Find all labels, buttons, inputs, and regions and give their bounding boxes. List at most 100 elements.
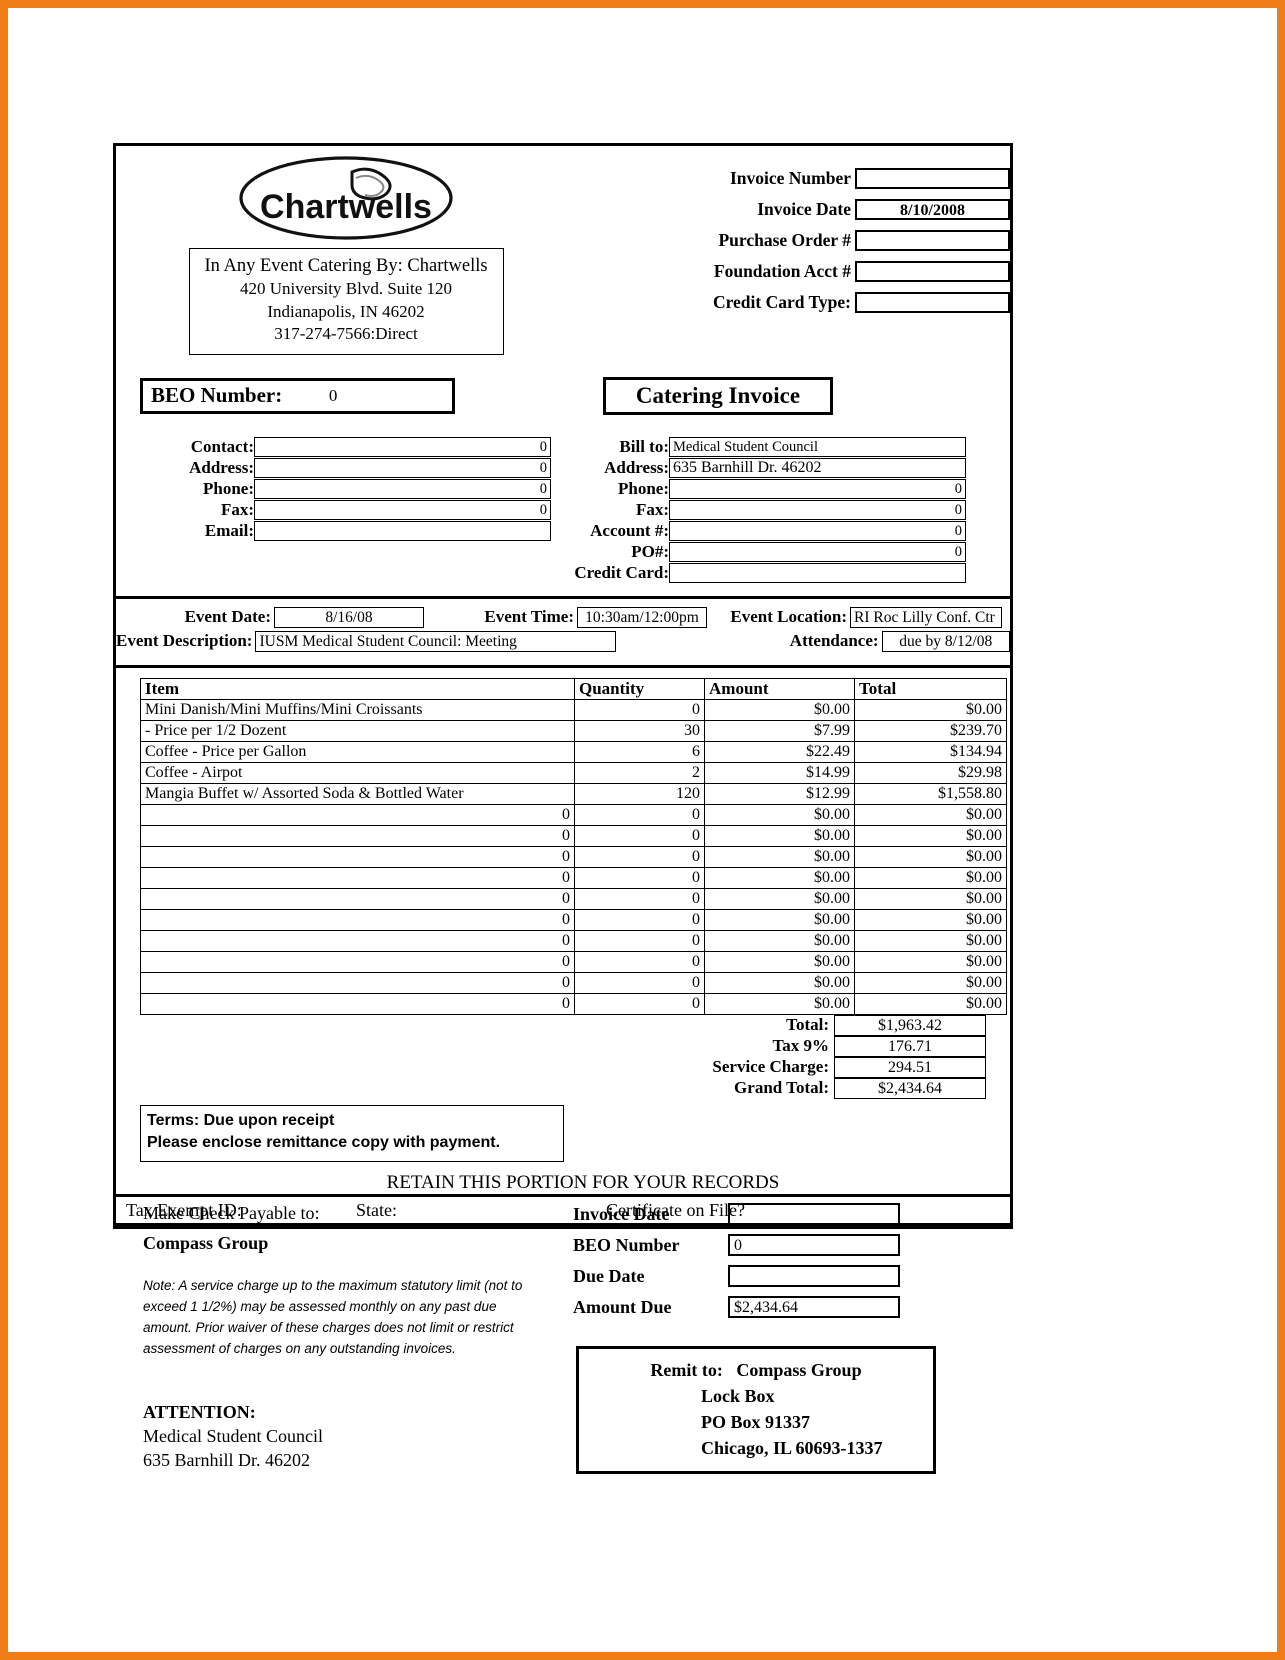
item-cell-amount[interactable]: $14.99 (704, 761, 855, 784)
item-cell-quantity[interactable]: 0 (574, 803, 705, 826)
item-cell-quantity[interactable]: 0 (574, 971, 705, 994)
item-cell-amount[interactable]: $0.00 (704, 824, 855, 847)
attendance-input[interactable]: due by 8/12/08 (881, 630, 1011, 652)
table-row[interactable]: 0 0 $0.00 $0.00 (140, 908, 1007, 931)
event-location-label: Event Location: (730, 607, 847, 627)
billto-account-input[interactable]: 0 (669, 520, 966, 541)
item-cell-description[interactable]: 0 (140, 845, 575, 868)
item-cell-amount[interactable]: $22.49 (704, 740, 855, 763)
item-cell-quantity[interactable]: 0 (574, 950, 705, 973)
billto-credit-card-input[interactable] (669, 562, 966, 583)
item-cell-total: $0.00 (854, 971, 1007, 994)
item-cell-quantity[interactable]: 0 (574, 698, 705, 721)
event-location-input[interactable]: RI Roc Lilly Conf. Ctr (850, 606, 1002, 628)
item-cell-description[interactable]: 0 (140, 929, 575, 952)
table-row[interactable]: Mangia Buffet w/ Assorted Soda & Bottled… (140, 782, 1007, 805)
item-cell-description[interactable]: Mini Danish/Mini Muffins/Mini Croissants (140, 698, 575, 721)
item-cell-description[interactable]: Coffee - Price per Gallon (140, 740, 575, 763)
purchase-order-input[interactable] (855, 230, 1010, 251)
table-row[interactable]: 0 0 $0.00 $0.00 (140, 929, 1007, 952)
item-cell-quantity[interactable]: 0 (574, 845, 705, 868)
beo-number-box[interactable]: BEO Number: 0 (140, 377, 455, 414)
item-cell-description[interactable]: 0 (140, 908, 575, 931)
item-cell-quantity[interactable]: 2 (574, 761, 705, 784)
billto-fax-input[interactable]: 0 (669, 499, 966, 520)
item-cell-amount[interactable]: $0.00 (704, 992, 855, 1015)
billto-phone-input[interactable]: 0 (669, 478, 966, 499)
item-cell-description[interactable]: 0 (140, 866, 575, 889)
table-row[interactable]: 0 0 $0.00 $0.00 (140, 845, 1007, 868)
item-cell-amount[interactable]: $12.99 (704, 782, 855, 805)
contact-email-input[interactable] (254, 520, 551, 541)
tax-value: 176.71 (834, 1035, 986, 1057)
invoice-number-input[interactable] (855, 168, 1010, 189)
item-cell-description[interactable]: Mangia Buffet w/ Assorted Soda & Bottled… (140, 782, 575, 805)
table-row[interactable]: 0 0 $0.00 $0.00 (140, 866, 1007, 889)
field-foundation-acct: Foundation Acct # (576, 261, 1010, 282)
item-cell-description[interactable]: Coffee - Airpot (140, 761, 575, 784)
billto-po-input[interactable]: 0 (669, 541, 966, 562)
footer-due-date-input[interactable] (728, 1265, 900, 1287)
contact-phone-input[interactable]: 0 (254, 478, 551, 499)
event-description-input[interactable]: IUSM Medical Student Council: Meeting (255, 630, 617, 652)
contact-address-input[interactable]: 0 (254, 457, 551, 478)
table-row[interactable]: 0 0 $0.00 $0.00 (140, 803, 1007, 826)
item-cell-quantity[interactable]: 0 (574, 929, 705, 952)
item-cell-description[interactable]: 0 (140, 992, 575, 1015)
foundation-acct-input[interactable] (855, 261, 1010, 282)
terms-area: Terms: Due upon receipt Please enclose r… (116, 1104, 1010, 1163)
item-cell-amount[interactable]: $0.00 (704, 866, 855, 889)
table-row[interactable]: 0 0 $0.00 $0.00 (140, 950, 1007, 973)
footer-amount-due-input[interactable]: $2,434.64 (728, 1296, 900, 1318)
item-cell-description[interactable]: 0 (140, 824, 575, 847)
item-cell-description[interactable]: 0 (140, 950, 575, 973)
item-cell-description[interactable]: 0 (140, 803, 575, 826)
totals-row-grand-total: Grand Total: $2,434.64 (140, 1077, 986, 1099)
service-charge-label: Service Charge: (712, 1057, 829, 1077)
billto-address-input[interactable]: 635 Barnhill Dr. 46202 (669, 457, 966, 478)
totals-row-total: Total: $1,963.42 (140, 1014, 986, 1036)
contact-input[interactable]: 0 (254, 436, 551, 457)
item-cell-amount[interactable]: $7.99 (704, 719, 855, 742)
item-cell-quantity[interactable]: 0 (574, 824, 705, 847)
contact-fax-input[interactable]: 0 (254, 499, 551, 520)
event-date-input[interactable]: 8/16/08 (274, 606, 424, 628)
event-time-input[interactable]: 10:30am/12:00pm (577, 606, 707, 628)
item-cell-description[interactable]: - Price per 1/2 Dozent (140, 719, 575, 742)
item-cell-amount[interactable]: $0.00 (704, 887, 855, 910)
table-row[interactable]: - Price per 1/2 Dozent 30 $7.99 $239.70 (140, 719, 1007, 742)
item-cell-amount[interactable]: $0.00 (704, 803, 855, 826)
item-cell-description[interactable]: 0 (140, 887, 575, 910)
item-cell-amount[interactable]: $0.00 (704, 950, 855, 973)
item-cell-total: $0.00 (854, 887, 1007, 910)
item-cell-quantity[interactable]: 0 (574, 866, 705, 889)
item-cell-quantity[interactable]: 6 (574, 740, 705, 763)
footer-invoice-date-input[interactable] (728, 1203, 900, 1225)
table-row[interactable]: Coffee - Price per Gallon 6 $22.49 $134.94 (140, 740, 1007, 763)
table-row[interactable]: Mini Danish/Mini Muffins/Mini Croissants… (140, 698, 1007, 721)
billto-input[interactable]: Medical Student Council (669, 436, 966, 457)
service-charge-value: 294.51 (834, 1056, 986, 1078)
billto-row-name: Bill to: Medical Student Council (566, 436, 1010, 457)
item-cell-quantity[interactable]: 30 (574, 719, 705, 742)
item-cell-amount[interactable]: $0.00 (704, 908, 855, 931)
table-row[interactable]: 0 0 $0.00 $0.00 (140, 971, 1007, 994)
table-row[interactable]: 0 0 $0.00 $0.00 (140, 887, 1007, 910)
item-cell-quantity[interactable]: 0 (574, 887, 705, 910)
item-cell-quantity[interactable]: 120 (574, 782, 705, 805)
item-cell-description[interactable]: 0 (140, 971, 575, 994)
table-row[interactable]: 0 0 $0.00 $0.00 (140, 824, 1007, 847)
contact-phone-label: Phone: (203, 478, 254, 498)
credit-card-type-input[interactable] (855, 292, 1010, 313)
item-cell-amount[interactable]: $0.00 (704, 845, 855, 868)
item-cell-amount[interactable]: $0.00 (704, 929, 855, 952)
item-cell-quantity[interactable]: 0 (574, 992, 705, 1015)
invoice-date-input[interactable]: 8/10/2008 (855, 199, 1010, 220)
table-row[interactable]: Coffee - Airpot 2 $14.99 $29.98 (140, 761, 1007, 784)
item-cell-quantity[interactable]: 0 (574, 908, 705, 931)
item-cell-amount[interactable]: $0.00 (704, 971, 855, 994)
attention-line-2: 635 Barnhill Dr. 46202 (143, 1449, 310, 1470)
footer-beo-number-input[interactable]: 0 (728, 1234, 900, 1256)
table-row[interactable]: 0 0 $0.00 $0.00 (140, 992, 1007, 1015)
item-cell-amount[interactable]: $0.00 (704, 698, 855, 721)
